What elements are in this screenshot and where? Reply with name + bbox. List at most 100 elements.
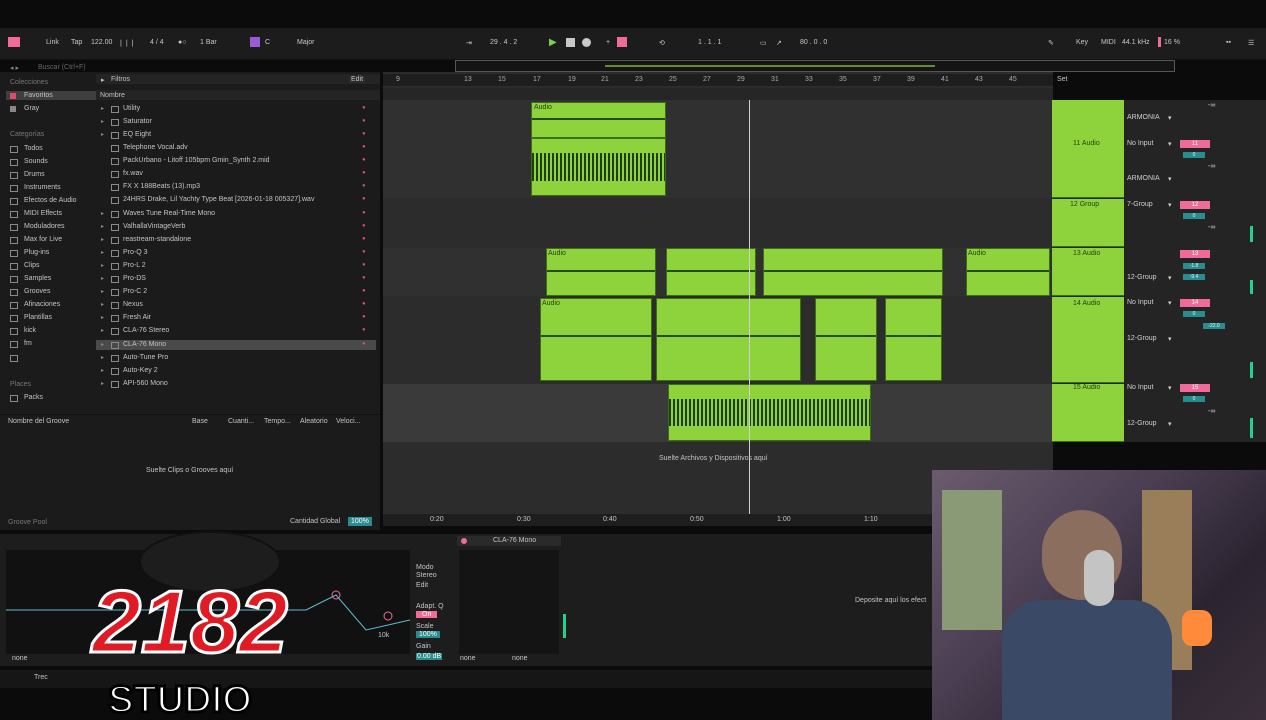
chevron-down-icon[interactable]: ▾ (1168, 274, 1172, 282)
track-number-button[interactable]: 15 (1180, 384, 1210, 392)
chevron-down-icon[interactable]: ▾ (1168, 114, 1172, 122)
file-item[interactable]: API-560 Mono (123, 380, 168, 387)
edit-button[interactable]: Edit (349, 76, 366, 83)
collection-gray[interactable]: Gray (24, 105, 39, 112)
file-item[interactable]: Auto-Key 2 (123, 367, 158, 374)
chevron-down-icon[interactable]: ▾ (1168, 384, 1172, 392)
arrangement-overview[interactable] (455, 60, 1175, 72)
send-value[interactable]: -∞ (1208, 408, 1215, 415)
scale-select[interactable]: Major (297, 39, 315, 46)
file-item[interactable]: Pro-DS (123, 275, 146, 282)
track-number-button[interactable]: 13 (1180, 250, 1210, 258)
file-item[interactable]: Utility (123, 105, 140, 112)
groove-base-header[interactable]: Base (192, 418, 208, 425)
category-drums[interactable]: Drums (24, 171, 45, 178)
file-item[interactable]: Pro-L 2 (123, 262, 146, 269)
input-select[interactable]: No Input (1127, 299, 1153, 306)
audio-clip[interactable] (656, 298, 801, 381)
track-send[interactable]: -9.4 (1183, 274, 1205, 280)
file-item[interactable]: Waves Tune Real-Time Mono (123, 210, 215, 217)
file-item[interactable]: Telephone Vocal.adv (123, 144, 188, 151)
chevron-down-icon[interactable]: ▾ (1168, 420, 1172, 428)
track-volume[interactable]: 0 (1183, 213, 1205, 219)
automation-arm-icon[interactable] (617, 37, 627, 47)
edit-button[interactable]: Edit (416, 582, 428, 589)
chevron-down-icon[interactable]: ▾ (1168, 335, 1172, 343)
audio-clip[interactable] (540, 298, 652, 381)
category-samples[interactable]: Samples (24, 275, 51, 282)
output-select[interactable]: 12-Group (1127, 420, 1157, 427)
record-icon[interactable] (582, 38, 591, 47)
stop-icon[interactable] (566, 38, 575, 47)
category-clips[interactable]: Clips (24, 262, 40, 269)
file-item[interactable]: EQ Eight (123, 131, 151, 138)
audio-clip[interactable] (815, 298, 877, 381)
track-volume[interactable]: 0 (1183, 396, 1205, 402)
file-item[interactable]: ValhallaVintageVerb (123, 223, 185, 230)
play-icon[interactable]: ▶ (549, 37, 557, 48)
locator-lane[interactable] (383, 88, 1053, 100)
audio-clip[interactable] (885, 298, 942, 381)
audio-clip[interactable] (668, 384, 871, 441)
category-max-for-live[interactable]: Max for Live (24, 236, 62, 243)
scale-value[interactable]: 100% (416, 631, 440, 638)
track-number-button[interactable]: 11 (1180, 140, 1210, 148)
arrangement-drop-hint[interactable]: Suelte Archivos y Dispositivos aquí (659, 455, 768, 462)
effects-drop-hint[interactable]: Deposite aquí los efect (855, 597, 926, 604)
overview-toggle-icon[interactable] (8, 37, 20, 47)
groove-velocity-header[interactable]: Veloci... (336, 418, 361, 425)
input-select[interactable]: ARMONIA (1127, 114, 1160, 121)
scale-mode-icon[interactable] (250, 37, 260, 47)
filters-toggle-icon[interactable]: ▸ (101, 76, 105, 84)
loop-length[interactable]: 80 . 0 . 0 (800, 39, 827, 46)
file-item[interactable]: CLA-76 Stereo (123, 327, 169, 334)
category-plugins[interactable]: Plug-ins (24, 249, 49, 256)
send-value[interactable]: -∞ (1208, 163, 1215, 170)
track-name[interactable]: 14 Audio (1073, 300, 1100, 307)
follow-icon[interactable]: ⇥ (466, 39, 472, 47)
groove-drop-hint[interactable]: Suelte Clips o Grooves aquí (146, 467, 233, 474)
category-audio-effects[interactable]: Efectos de Audio (24, 197, 77, 204)
track-name[interactable]: 11 Audio (1073, 140, 1100, 147)
file-item[interactable]: 24HRS Drake, Lil Yachty Type Beat [2026-… (123, 196, 314, 203)
track-name[interactable]: 15 Audio (1073, 384, 1100, 391)
category-templates[interactable]: Plantillas (24, 314, 52, 321)
folder-kick[interactable]: kick (24, 327, 36, 334)
file-item[interactable]: PackUrbano - Litoff 105bpm Gmin_Synth 2.… (123, 157, 270, 164)
punch-icon[interactable]: ↗ (776, 39, 782, 47)
place-packs[interactable]: Packs (24, 394, 43, 401)
chain-select-a[interactable]: none (460, 655, 476, 662)
device2-body[interactable] (459, 550, 559, 654)
groove-random-header[interactable]: Aleatorio (300, 418, 328, 425)
groove-tempo-header[interactable]: Tempo... (264, 418, 291, 425)
device-on-icon[interactable] (461, 538, 467, 544)
back-icon[interactable]: ◂ ▸ (10, 64, 19, 72)
chain-select-b[interactable]: none (512, 655, 528, 662)
file-item[interactable]: FX X 188Beats (13).mp3 (123, 183, 200, 190)
beat-ruler[interactable]: 9 13 15 17 19 21 23 25 27 29 31 33 35 37… (383, 74, 1053, 86)
track-lane[interactable] (383, 199, 1053, 247)
output-select[interactable]: 12-Group (1127, 274, 1157, 281)
file-item[interactable]: Nexus (123, 301, 143, 308)
groove-name-header[interactable]: Nombre del Groove (8, 418, 69, 425)
file-item[interactable]: Pro-Q 3 (123, 249, 148, 256)
input-select[interactable]: No Input (1127, 140, 1153, 147)
track-name[interactable]: 13 Audio (1073, 250, 1100, 257)
category-grooves[interactable]: Grooves (24, 288, 50, 295)
track-header[interactable] (1052, 297, 1124, 383)
link-button[interactable]: Link (46, 39, 59, 46)
folder-fm[interactable]: fm (24, 340, 32, 347)
send-value[interactable]: -∞ (1208, 224, 1215, 231)
track-header[interactable] (1052, 384, 1124, 442)
category-midi-effects[interactable]: MIDI Effects (24, 210, 62, 217)
loop-icon[interactable]: ⟲ (659, 39, 665, 47)
name-column-header[interactable]: Nombre (100, 92, 125, 99)
category-all[interactable]: Todos (24, 145, 43, 152)
track-header[interactable] (1052, 100, 1124, 198)
chain-select-a[interactable]: none (12, 655, 28, 662)
filters-button[interactable]: Filtros (111, 76, 130, 83)
chevron-down-icon[interactable]: ▾ (1168, 140, 1172, 148)
category-tunings[interactable]: Afinaciones (24, 301, 60, 308)
output-select[interactable]: ARMONIA (1127, 175, 1160, 182)
metronome-icon[interactable]: ●○ (178, 39, 186, 46)
